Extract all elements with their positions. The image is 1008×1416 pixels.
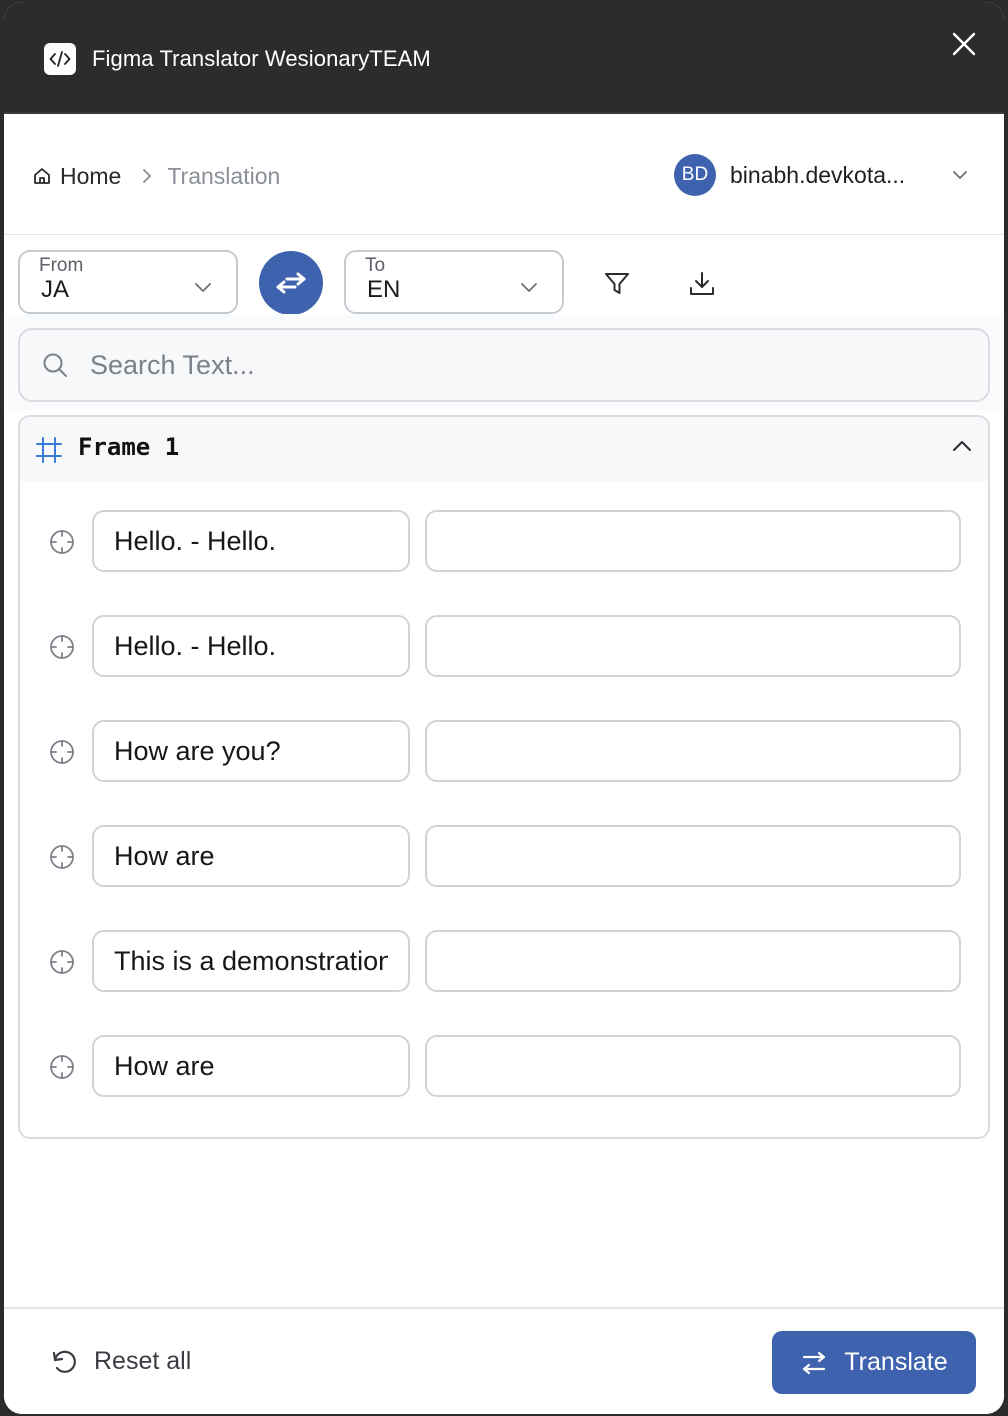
reset-icon	[52, 1350, 76, 1373]
frame-title: Frame 1	[78, 433, 180, 461]
to-label: To	[365, 255, 386, 276]
translated-text-input[interactable]	[425, 930, 961, 992]
search-section	[4, 314, 1004, 410]
download-icon	[690, 272, 714, 295]
footer: Reset all Translate	[4, 1307, 1004, 1414]
frame-section: Frame 1	[18, 415, 990, 1139]
translated-text-input[interactable]	[425, 1035, 961, 1097]
frame-header[interactable]: Frame 1	[20, 417, 988, 481]
locate-layer-icon[interactable]	[46, 946, 78, 978]
translation-row	[20, 510, 988, 574]
chevron-up-icon	[952, 439, 972, 457]
breadcrumb: Home Translation	[32, 158, 280, 194]
code-brackets-icon	[44, 43, 76, 75]
download-button[interactable]	[682, 264, 722, 304]
window-title: Figma Translator WesionaryTEAM	[92, 46, 431, 71]
source-text-input[interactable]	[92, 825, 410, 887]
search-icon	[43, 353, 67, 377]
plugin-window: Figma Translator WesionaryTEAM Home Tran…	[4, 2, 1004, 1414]
title-bar: Figma Translator WesionaryTEAM	[4, 2, 1004, 114]
chevron-right-icon	[141, 168, 153, 184]
from-label: From	[39, 255, 84, 276]
translate-arrows-icon	[803, 1351, 826, 1374]
translated-text-input[interactable]	[425, 510, 961, 572]
chevron-down-icon	[952, 170, 968, 180]
chevron-down-icon	[194, 280, 212, 298]
from-language-select[interactable]: From JA	[18, 250, 238, 314]
search-input[interactable]	[90, 349, 950, 381]
translated-text-input[interactable]	[425, 615, 961, 677]
breadcrumb-home[interactable]: Home	[32, 163, 121, 190]
reset-all-label: Reset all	[94, 1347, 192, 1375]
frame-icon	[35, 436, 63, 469]
translate-button[interactable]: Translate	[772, 1331, 976, 1394]
translation-row	[20, 615, 988, 679]
search-box[interactable]	[18, 328, 990, 402]
swap-arrows-icon	[276, 272, 306, 294]
breadcrumb-home-label: Home	[60, 162, 122, 189]
to-language-select[interactable]: To EN	[344, 250, 564, 314]
translation-row	[20, 825, 988, 889]
translated-text-input[interactable]	[425, 720, 961, 782]
translation-row	[20, 1035, 988, 1099]
to-value: EN	[367, 276, 401, 303]
header-divider	[4, 234, 1004, 235]
source-text-input[interactable]	[92, 1035, 410, 1097]
filter-icon	[605, 273, 629, 294]
close-icon[interactable]	[946, 26, 982, 62]
reset-all-button[interactable]: Reset all	[50, 1347, 191, 1376]
locate-layer-icon[interactable]	[46, 631, 78, 663]
avatar: BD	[674, 154, 716, 196]
user-menu[interactable]: BD binabh.devkota...	[674, 153, 968, 197]
locate-layer-icon[interactable]	[46, 1051, 78, 1083]
translation-row	[20, 930, 988, 994]
source-text-input[interactable]	[92, 720, 410, 782]
locate-layer-icon[interactable]	[46, 526, 78, 558]
source-text-input[interactable]	[92, 510, 410, 572]
source-text-input[interactable]	[92, 930, 410, 992]
locate-layer-icon[interactable]	[46, 841, 78, 873]
from-value: JA	[41, 276, 70, 303]
breadcrumb-current: Translation	[167, 162, 281, 189]
source-text-input[interactable]	[92, 615, 410, 677]
translate-label: Translate	[844, 1348, 948, 1376]
home-icon	[34, 168, 50, 184]
user-name: binabh.devkota...	[730, 161, 906, 188]
filter-button[interactable]	[597, 264, 637, 304]
translation-row	[20, 720, 988, 784]
translated-text-input[interactable]	[425, 825, 961, 887]
swap-languages-button[interactable]	[259, 251, 323, 315]
locate-layer-icon[interactable]	[46, 736, 78, 768]
chevron-down-icon	[520, 280, 538, 298]
